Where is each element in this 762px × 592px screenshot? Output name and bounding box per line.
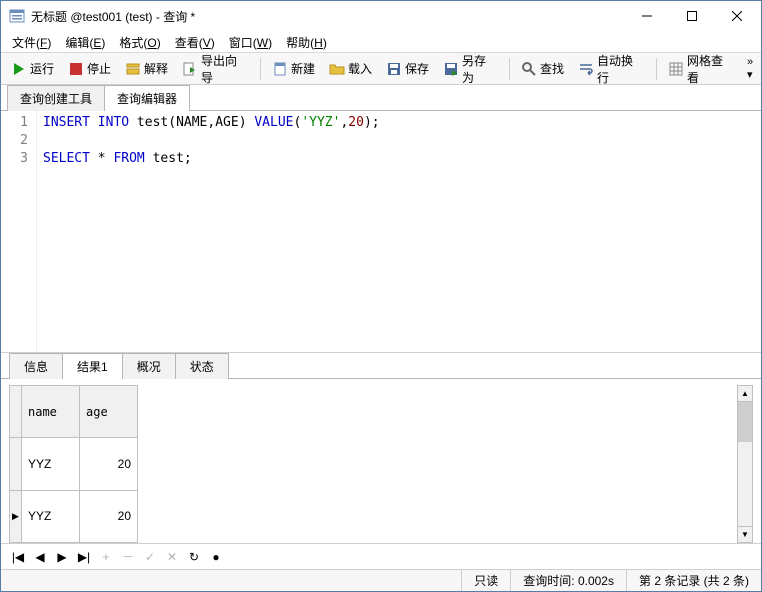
saveas-icon [443,61,459,77]
row-marker-header [10,386,22,438]
menu-file[interactable]: 文件(F) [5,31,58,52]
scroll-up-icon[interactable]: ▲ [738,386,752,402]
status-readonly: 只读 [461,570,510,591]
header-row: name age [10,386,138,438]
save-button[interactable]: 保存 [380,56,435,81]
export-icon [182,61,198,77]
nav-add-button[interactable]: + [99,550,113,564]
nav-prev-button[interactable]: ◀ [33,550,47,564]
nav-refresh-button[interactable]: ↻ [187,550,201,564]
nav-next-button[interactable]: ▶ [55,550,69,564]
grid-icon [668,61,684,77]
statusbar: 只读 查询时间: 0.002s 第 2 条记录 (共 2 条) [1,569,761,591]
table-row[interactable]: YYZ 20 [10,438,138,490]
save-icon [386,61,402,77]
saveas-button[interactable]: 另存为 [437,48,504,90]
tab-status[interactable]: 状态 [175,353,229,379]
stop-button[interactable]: 停止 [62,56,117,81]
close-button[interactable] [714,2,759,30]
play-icon [11,61,27,77]
run-button[interactable]: 运行 [5,56,60,81]
wrap-icon [578,61,594,77]
stop-icon [68,61,84,77]
menu-edit[interactable]: 编辑(E) [58,31,112,52]
vertical-scrollbar[interactable]: ▲ ▼ [737,385,753,543]
nav-delete-button[interactable]: － [121,548,135,565]
separator [260,58,261,80]
new-button[interactable]: 新建 [266,56,321,81]
status-record-count: 第 2 条记录 (共 2 条) [626,570,761,591]
result-panel: name age YYZ 20 ▶ YYZ 20 ▲ ▼ [1,379,761,569]
cell-name[interactable]: YYZ [22,490,80,542]
scroll-down-icon[interactable]: ▼ [738,526,752,542]
cell-age[interactable]: 20 [80,490,138,542]
tab-info[interactable]: 信息 [9,353,63,379]
tab-result1[interactable]: 结果1 [62,353,123,379]
nav-cancel-button[interactable]: ✕ [165,550,179,564]
titlebar: 无标题 @test001 (test) - 查询 * [1,1,761,31]
nav-first-button[interactable]: |◀ [11,550,25,564]
load-button[interactable]: 载入 [323,56,378,81]
line-gutter: 123 [1,111,37,352]
cell-age[interactable]: 20 [80,438,138,490]
search-icon [521,61,537,77]
menu-help[interactable]: 帮助(H) [279,31,334,52]
tab-query-builder[interactable]: 查询创建工具 [7,85,105,111]
open-icon [329,61,345,77]
separator [656,58,657,80]
nav-last-button[interactable]: ▶| [77,550,91,564]
window-title: 无标题 @test001 (test) - 查询 * [31,8,624,25]
separator [509,58,510,80]
nav-stop-button[interactable]: ● [209,550,223,564]
tab-query-editor[interactable]: 查询编辑器 [104,85,190,111]
row-marker-current: ▶ [10,490,22,542]
status-query-time: 查询时间: 0.002s [510,570,626,591]
export-wizard-button[interactable]: 导出向导 [176,48,255,90]
wrap-button[interactable]: 自动换行 [572,48,651,90]
table-row[interactable]: ▶ YYZ 20 [10,490,138,542]
explain-icon [125,61,141,77]
record-navigator: |◀ ◀ ▶ ▶| + － ✓ ✕ ↻ ● [1,543,761,569]
col-header-age[interactable]: age [80,386,138,438]
gridview-button[interactable]: 网格查看 [662,48,741,90]
scroll-track[interactable] [738,442,752,526]
explain-button[interactable]: 解释 [119,56,174,81]
lower-tabs: 信息 结果1 概况 状态 [1,353,761,379]
nav-apply-button[interactable]: ✓ [143,550,157,564]
new-icon [272,61,288,77]
app-window: 无标题 @test001 (test) - 查询 * 文件(F) 编辑(E) 格… [0,0,762,592]
find-button[interactable]: 查找 [515,56,570,81]
app-icon [9,8,25,24]
window-controls [624,2,759,30]
code-area[interactable]: INSERT INTO test(NAME,AGE) VALUE('YYZ',2… [37,111,761,352]
toolbar-overflow[interactable]: »▾ [743,56,757,81]
code-editor[interactable]: 123 INSERT INTO test(NAME,AGE) VALUE('YY… [1,111,761,353]
upper-tabs: 查询创建工具 查询编辑器 [1,85,761,111]
tab-profile[interactable]: 概况 [122,353,176,379]
minimize-button[interactable] [624,2,669,30]
menu-format[interactable]: 格式(O) [112,31,167,52]
col-header-name[interactable]: name [22,386,80,438]
result-grid[interactable]: name age YYZ 20 ▶ YYZ 20 [9,385,138,543]
row-marker [10,438,22,490]
maximize-button[interactable] [669,2,714,30]
cell-name[interactable]: YYZ [22,438,80,490]
toolbar: 运行 停止 解释 导出向导 新建 载入 保存 另存为 查找 自动换行 网格查看 … [1,53,761,85]
scroll-thumb[interactable] [738,402,752,442]
